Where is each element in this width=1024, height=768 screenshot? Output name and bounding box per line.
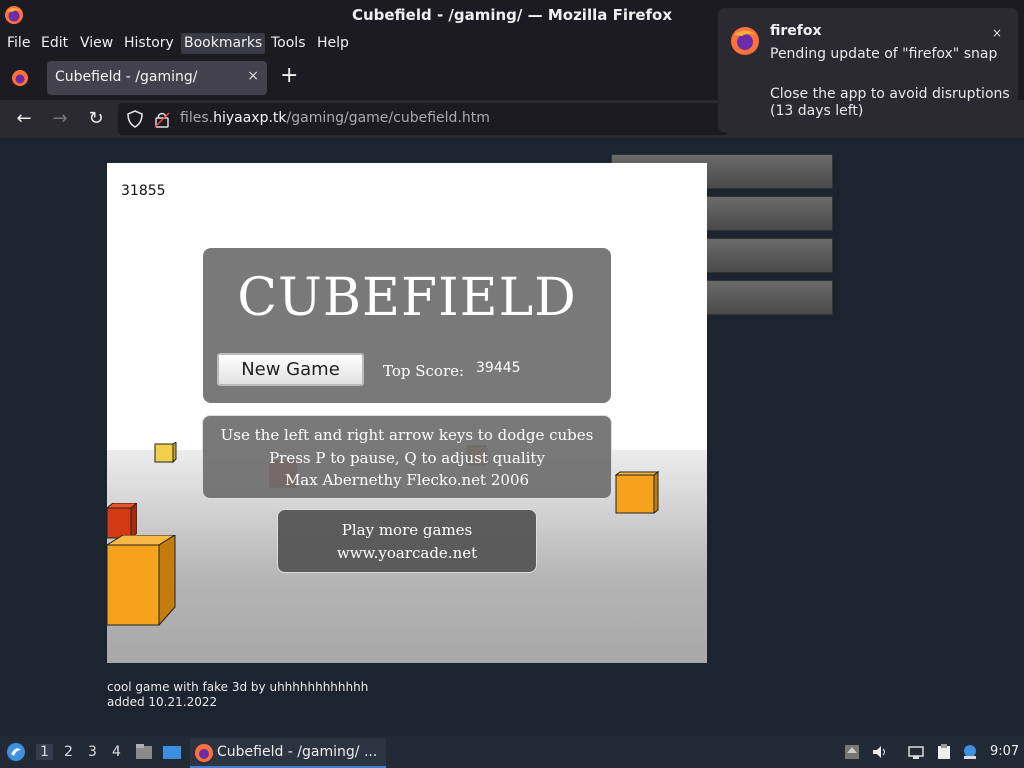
clock: 9:07 <box>990 744 1020 759</box>
tab-label: Cubefield - /gaming/ <box>55 69 198 85</box>
menu-help[interactable]: Help <box>314 33 352 54</box>
tab-close-icon[interactable]: × <box>247 68 259 84</box>
lock-icon[interactable] <box>154 111 170 128</box>
menu-tools[interactable]: Tools <box>268 33 309 54</box>
more-games-label: Play more games <box>341 521 473 539</box>
taskbar-window-label: Cubefield - /gaming/ ... <box>217 744 378 760</box>
firefox-view-icon[interactable] <box>10 68 30 88</box>
workspace-4[interactable]: 4 <box>112 744 121 760</box>
volume-icon[interactable] <box>872 744 888 760</box>
new-game-button[interactable]: New Game <box>217 353 364 386</box>
reload-icon[interactable]: ↻ <box>86 109 106 129</box>
cubefield-game[interactable]: 31855 CUBEFIELD New Game Top Score: 3944… <box>107 163 707 663</box>
menu-edit[interactable]: Edit <box>38 33 71 54</box>
notification-tray-icon[interactable] <box>962 744 978 760</box>
menu-file[interactable]: File <box>4 33 33 54</box>
new-tab-button[interactable]: + <box>280 65 298 87</box>
workspace-2[interactable]: 2 <box>64 744 73 760</box>
orange-cube <box>107 535 176 627</box>
clipboard-icon[interactable] <box>936 744 952 760</box>
game-description: cool game with fake 3d by uhhhhhhhhhhhh <box>107 680 369 694</box>
network-icon[interactable] <box>908 744 924 760</box>
game-added-date: added 10.21.2022 <box>107 695 218 709</box>
url-bar[interactable]: files.hiyaaxp.tk/gaming/game/cubefield.h… <box>118 103 728 135</box>
instructions-panel: Use the left and right arrow keys to dod… <box>202 415 612 499</box>
notification-close-icon[interactable]: × <box>992 26 1002 40</box>
red-cube <box>107 503 137 539</box>
main-menu-panel: CUBEFIELD New Game Top Score: 39445 <box>203 248 611 403</box>
start-menu-icon[interactable] <box>6 742 26 762</box>
update-notification[interactable]: firefox × Pending update of "firefox" sn… <box>718 8 1018 132</box>
file-manager-icon[interactable] <box>134 742 154 762</box>
orange-cube-right <box>615 471 660 514</box>
instruction-line: Use the left and right arrow keys to dod… <box>220 426 594 444</box>
url-text: files.hiyaaxp.tk/gaming/game/cubefield.h… <box>180 110 490 126</box>
eject-icon[interactable] <box>844 744 860 760</box>
game-title: CUBEFIELD <box>237 268 577 328</box>
notification-detail: Close the app to avoid disruptions (13 d… <box>770 86 1010 119</box>
workspace-3[interactable]: 3 <box>88 744 97 760</box>
forward-arrow-icon[interactable]: → <box>50 109 70 129</box>
menu-bookmarks[interactable]: Bookmarks <box>181 33 266 54</box>
show-desktop-icon[interactable] <box>162 742 182 762</box>
firefox-icon <box>731 27 759 55</box>
taskbar: 1 2 3 4 Cubefield - /gaming/ ... 9:07 <box>0 736 1024 768</box>
more-games-url: www.yoarcade.net <box>336 544 478 562</box>
firefox-icon <box>195 744 213 762</box>
workspace-1[interactable]: 1 <box>36 744 53 760</box>
yellow-cube <box>154 442 177 464</box>
menu-view[interactable]: View <box>77 33 116 54</box>
notification-message: Pending update of "firefox" snap <box>770 46 998 62</box>
current-score: 31855 <box>121 183 166 199</box>
tab-cubefield[interactable]: Cubefield - /gaming/ × <box>47 61 267 95</box>
shield-icon[interactable] <box>126 110 144 128</box>
notification-source: firefox <box>770 23 822 39</box>
top-score-value: 39445 <box>476 360 521 376</box>
credits-line: Max Abernethy Flecko.net 2006 <box>284 471 530 489</box>
back-arrow-icon[interactable]: ← <box>14 109 34 129</box>
play-more-games-link[interactable]: Play more games www.yoarcade.net <box>277 509 537 573</box>
instruction-line: Press P to pause, Q to adjust quality <box>269 449 545 467</box>
top-score-label: Top Score: <box>383 362 465 380</box>
menu-history[interactable]: History <box>121 33 177 54</box>
taskbar-firefox-window[interactable]: Cubefield - /gaming/ ... <box>190 738 386 768</box>
